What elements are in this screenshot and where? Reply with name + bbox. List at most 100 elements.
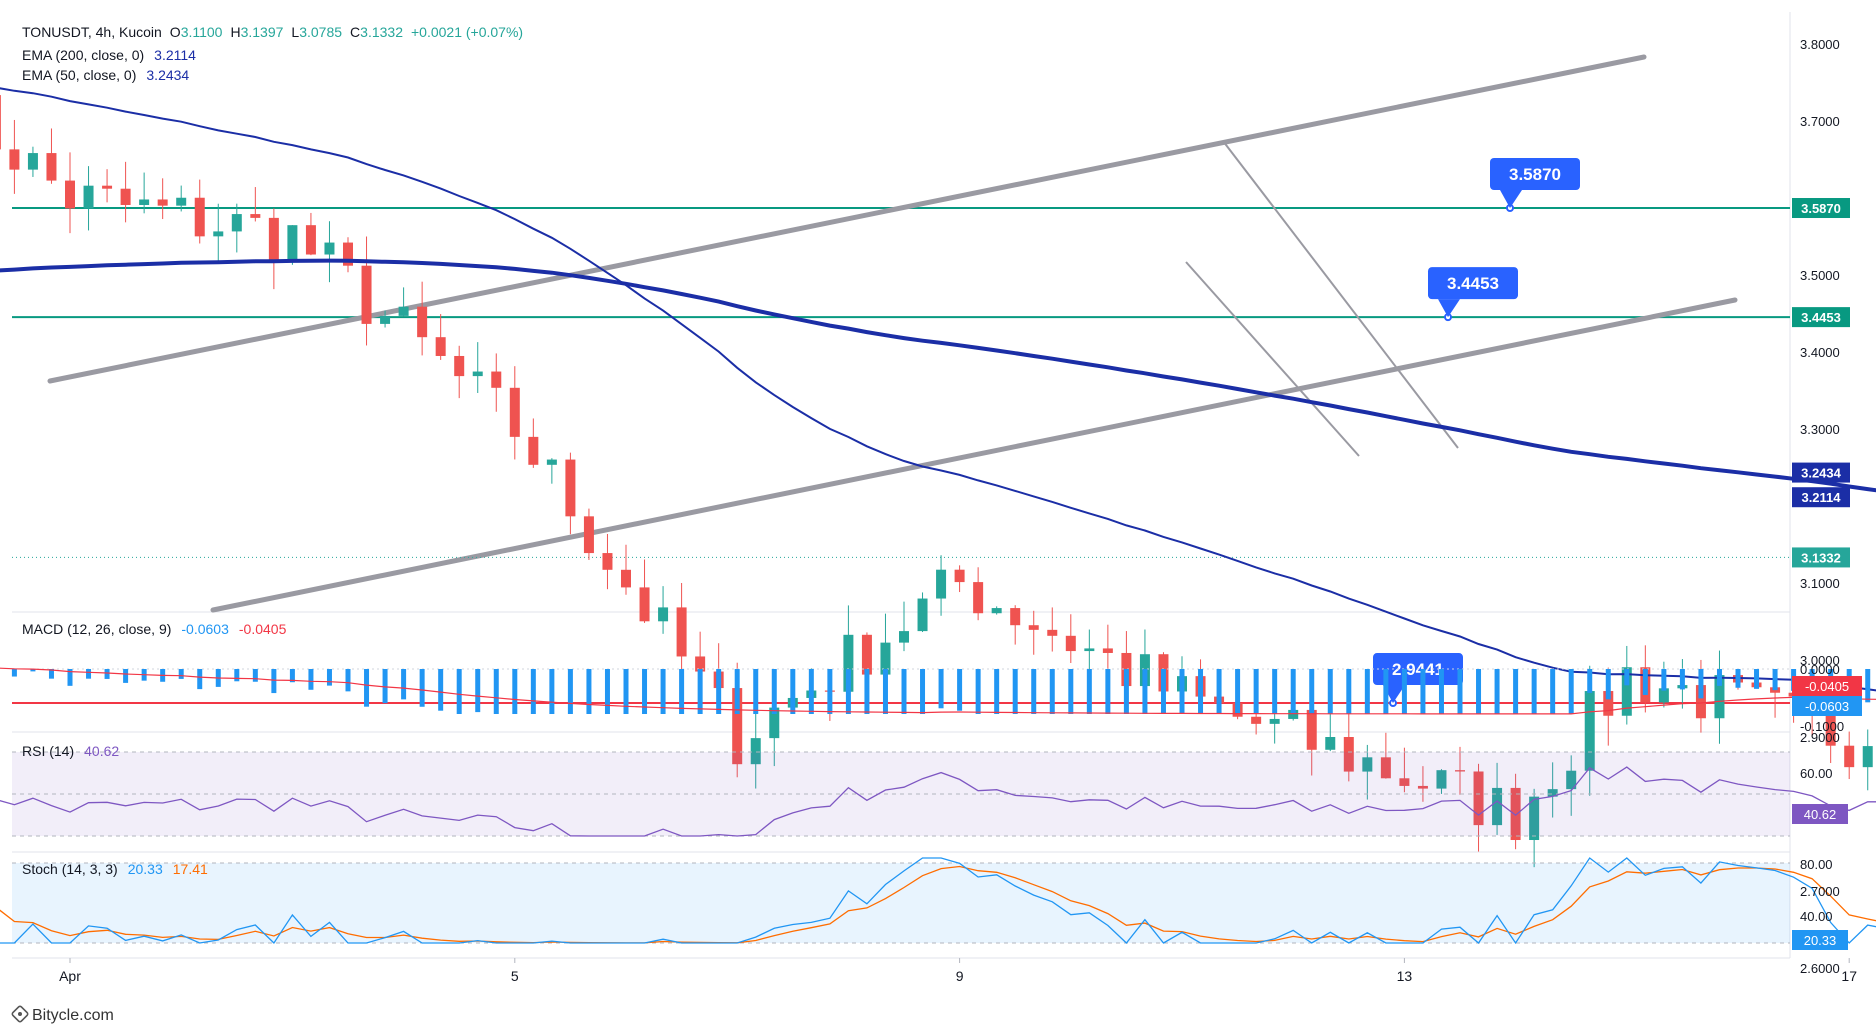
macd-bar	[364, 669, 370, 707]
macd-bar	[920, 669, 926, 714]
candle-body	[0, 95, 1, 150]
legend-symbol: TONUSDT, 4h, Kucoin O3.1100 H3.1397 L3.0785…	[22, 24, 523, 40]
macd-bar	[86, 669, 92, 679]
candle-body	[472, 371, 483, 377]
macd-bar	[1772, 669, 1778, 691]
price-badge-label: 3.1332	[1801, 550, 1841, 565]
macd-bar	[1253, 669, 1259, 714]
macd-bar	[845, 669, 851, 714]
macd-bar	[1272, 669, 1278, 714]
macd-bar	[11, 669, 17, 677]
macd-bar	[1179, 669, 1185, 714]
candle-body	[917, 598, 928, 632]
price-axis-label: 3.8000	[1800, 37, 1840, 52]
macd-bar	[197, 669, 203, 690]
macd-bar	[1068, 669, 1074, 714]
callout-label: 3.4453	[1447, 274, 1499, 293]
macd-bar	[1235, 669, 1241, 714]
price-badge-label: 3.2114	[1801, 490, 1841, 505]
macd-bar	[1198, 669, 1204, 714]
macd-bar	[1031, 669, 1037, 714]
macd-bar	[734, 669, 740, 714]
macd-bar	[1494, 669, 1500, 714]
candle-body	[936, 569, 947, 599]
svg-text:RSI (14)40.62: RSI (14) 40.62	[22, 743, 119, 759]
price-axis-label: 3.7000	[1800, 114, 1840, 129]
candle-body	[1065, 635, 1076, 652]
macd-bar	[1309, 669, 1315, 714]
rsi-legend: RSI (14) 40.62	[22, 743, 119, 759]
time-axis-label: Apr	[59, 968, 81, 984]
candle-body	[639, 587, 650, 622]
candle-body	[1084, 648, 1095, 652]
candle-body	[46, 153, 57, 181]
macd-bar	[252, 669, 258, 682]
candle-body	[1102, 648, 1113, 653]
macd-bar	[104, 669, 110, 679]
macd-bar	[382, 669, 388, 704]
time-axis-label: 9	[956, 968, 964, 984]
callout-label: 2.9441	[1392, 660, 1444, 679]
candle-body	[583, 516, 594, 554]
macd-bar	[1865, 669, 1871, 703]
macd-bar	[178, 669, 184, 679]
candle-body	[120, 188, 131, 205]
candle-body	[509, 387, 520, 437]
macd-bar	[1605, 669, 1611, 700]
macd-bar	[1642, 669, 1648, 695]
price-badge-label: 3.4453	[1801, 310, 1841, 325]
macd-bar	[1327, 669, 1333, 714]
macd-bar	[994, 669, 1000, 714]
macd-bar	[790, 669, 796, 714]
macd-bar	[1401, 669, 1407, 714]
macd-tick-zero: 0.0000	[1800, 662, 1840, 677]
candle-body	[305, 225, 316, 255]
macd-bar	[419, 669, 425, 707]
time-axis-label: 13	[1397, 968, 1413, 984]
macd-bar	[271, 669, 277, 694]
candle-body	[602, 553, 613, 570]
rsi-tick-60: 60.00	[1800, 766, 1833, 781]
stoch-badge-label: 20.33	[1804, 933, 1837, 948]
macd-bar	[308, 669, 314, 690]
macd-bar	[1735, 669, 1741, 688]
macd-bar	[1531, 669, 1537, 714]
time-axis-label: 17	[1841, 968, 1857, 984]
macd-bar	[827, 669, 833, 714]
macd-bar	[475, 669, 481, 713]
candle-body	[491, 371, 502, 388]
candle-body	[1028, 625, 1039, 630]
macd-tick-neg: -0.1000	[1800, 719, 1844, 734]
macd-bar	[512, 669, 518, 714]
macd-bar	[1513, 669, 1519, 714]
macd-bar	[1679, 669, 1685, 690]
macd-bar	[1123, 669, 1129, 714]
candle-body	[398, 306, 409, 316]
macd-bar	[1160, 669, 1166, 714]
candle-body	[231, 214, 242, 232]
macd-bar	[567, 669, 573, 714]
candle-body	[1862, 746, 1873, 768]
candle-body	[565, 459, 576, 517]
candle-body	[250, 214, 261, 218]
macd-bar	[623, 669, 629, 714]
macd-bar	[604, 669, 610, 714]
price-axis-label: 3.1000	[1800, 576, 1840, 591]
macd-bar	[975, 669, 981, 714]
macd-bar	[1346, 669, 1352, 714]
macd-bar	[401, 669, 407, 700]
candle-body	[621, 569, 631, 588]
macd-bar	[234, 669, 240, 682]
candle-body	[194, 197, 205, 237]
macd-bar	[456, 669, 462, 714]
candle-body	[102, 185, 113, 189]
macd-bar	[1012, 669, 1018, 714]
macd-bar	[864, 669, 870, 714]
price-badge-label: 3.2434	[1801, 466, 1842, 481]
candle-body	[658, 607, 669, 622]
price-chart[interactable]: 3.5870 3.4453 2.9441 3.8000 3.7000 3.5000 3.4…	[0, 0, 1876, 1036]
candle-body	[287, 225, 298, 261]
macd-bar	[530, 669, 536, 714]
macd-bar	[938, 669, 944, 709]
stoch-tick-40: 40.00	[1800, 909, 1833, 924]
